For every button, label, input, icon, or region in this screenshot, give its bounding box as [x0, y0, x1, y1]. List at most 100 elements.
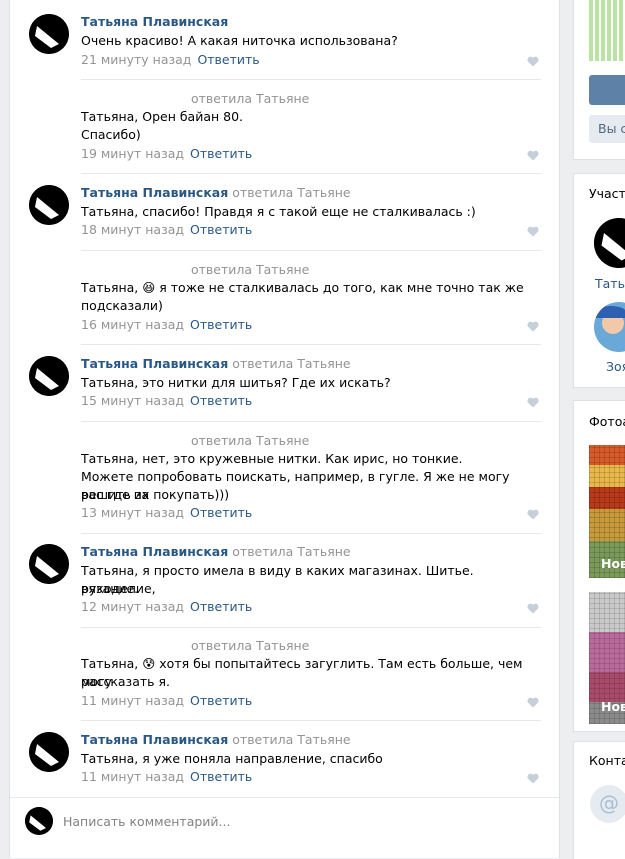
comment-text: Татьяна, спасибо! Правдя я с такой еще н… [81, 204, 476, 219]
reply-button[interactable]: Ответить [197, 52, 259, 67]
album-cover[interactable]: Нов [589, 445, 625, 578]
comment-header: Татьяна Плавинская ответила Татьяне [81, 732, 351, 748]
avatar[interactable] [25, 807, 53, 835]
divider [81, 344, 541, 345]
divider [81, 173, 541, 174]
comment-meta: 13 минут назад Ответить [81, 505, 252, 521]
comment-reply-to[interactable]: ответила Татьяне [232, 356, 350, 371]
comment-input[interactable]: Написать комментарий... [63, 814, 230, 830]
like-icon[interactable] [527, 697, 539, 708]
comment-header: Татьяна Плавинская ответила Татьяне [81, 356, 351, 372]
comment-reply-to[interactable]: ответила Татьяне [191, 433, 309, 448]
comment-author[interactable]: Татьяна Плавинская [81, 544, 228, 559]
comment-header: ответила Татьяне [191, 638, 309, 654]
member-avatar[interactable] [594, 218, 625, 268]
member-name[interactable]: Татья [595, 276, 625, 291]
contact-avatar[interactable]: @ [590, 785, 625, 823]
comment-header: ответила Татьяне [191, 433, 309, 449]
divider [81, 79, 541, 80]
divider [81, 533, 541, 534]
like-icon[interactable] [527, 773, 539, 784]
cover-image[interactable] [589, 0, 625, 61]
comment-text: Татьяна, я уже поняла направление, спаси… [81, 751, 383, 766]
comment-text: Татьяна, 😆 я тоже не сталкивалась до тог… [81, 279, 541, 297]
comment-author[interactable]: Татьяна Плавинская [81, 185, 228, 200]
members-title[interactable]: Участ [589, 186, 625, 201]
comment-text-line: вязание. [81, 581, 139, 596]
album-title: Нов [601, 556, 625, 571]
comment-author[interactable]: Татьяна Плавинская [81, 732, 228, 747]
comment-meta: 18 минут назад Ответить [81, 222, 252, 238]
comment-author[interactable]: Татьяна Плавинская [81, 14, 228, 29]
comment-meta: 11 минут назад Ответить [81, 693, 252, 709]
comment-time[interactable]: 12 минут назад [81, 599, 184, 614]
divider [81, 627, 541, 628]
reply-button[interactable]: Ответить [190, 222, 252, 237]
avatar[interactable] [29, 185, 69, 225]
members-block: Участ Татья Зоя [573, 173, 625, 388]
comment-reply-to[interactable]: ответила Татьяне [191, 91, 309, 106]
comment-text-line: рассказать я. [81, 674, 170, 689]
comment-reply-to[interactable]: ответила Татьяне [232, 544, 350, 559]
comment-reply-to[interactable]: ответила Татьяне [232, 185, 350, 200]
like-icon[interactable] [527, 397, 539, 408]
reply-button[interactable]: Ответить [190, 693, 252, 708]
like-icon[interactable] [527, 150, 539, 161]
avatar[interactable] [29, 14, 69, 54]
comment-text-start: Татьяна, [81, 656, 139, 671]
comment-meta: 11 минут назад Ответить [81, 769, 252, 785]
divider [81, 250, 541, 251]
anxious-emoji-icon: 😰 [142, 656, 156, 671]
reply-button[interactable]: Ответить [190, 317, 252, 332]
comment-reply-to[interactable]: ответила Татьяне [191, 638, 309, 653]
primary-button[interactable] [589, 75, 625, 105]
comment-time[interactable]: 16 минут назад [81, 317, 184, 332]
album-cover[interactable]: Нов [589, 592, 625, 724]
contacts-block: Конта @ [573, 741, 625, 859]
comment-time[interactable]: 19 минут назад [81, 146, 184, 161]
comment-text-start: Татьяна, [81, 280, 139, 295]
secondary-button-label: Вы с [598, 121, 625, 136]
like-icon[interactable] [527, 56, 539, 67]
comment-header: ответила Татьяне [191, 262, 309, 278]
comment-composer: Написать комментарий... [10, 797, 559, 853]
comment-meta: 16 минут назад Ответить [81, 317, 252, 333]
comment-time[interactable]: 13 минут назад [81, 505, 184, 520]
comment-author[interactable]: Татьяна Плавинская [81, 356, 228, 371]
comment-time[interactable]: 11 минут назад [81, 693, 184, 708]
comment-time[interactable]: 15 минут назад [81, 393, 184, 408]
comment-text: Татьяна, это нитки для шитья? Где их иск… [81, 375, 391, 390]
comment-meta: 15 минут назад Ответить [81, 393, 252, 409]
group-cover-block: Вы с [573, 0, 625, 160]
comment-time[interactable]: 11 минут назад [81, 769, 184, 784]
comment-time[interactable]: 21 минуту назад [81, 52, 191, 67]
secondary-button[interactable]: Вы с [589, 115, 625, 143]
member-avatar[interactable] [594, 302, 625, 352]
comment-meta: 19 минут назад Ответить [81, 146, 252, 162]
comment-header: Татьяна Плавинская [81, 14, 228, 30]
avatar[interactable] [29, 356, 69, 396]
comments-panel: Татьяна Плавинская Очень красиво! А кака… [9, 0, 560, 858]
reply-button[interactable]: Ответить [190, 505, 252, 520]
reply-button[interactable]: Ответить [190, 393, 252, 408]
comment-header: Татьяна Плавинская ответила Татьяне [81, 185, 351, 201]
reply-button[interactable]: Ответить [190, 599, 252, 614]
like-icon[interactable] [527, 226, 539, 237]
contacts-title[interactable]: Конта [589, 753, 625, 768]
albums-title[interactable]: Фотоа [589, 414, 625, 429]
comment-text: Очень красиво! А какая ниточка использов… [81, 33, 398, 48]
comment-text-line: Спасибо) [81, 127, 141, 142]
like-icon[interactable] [527, 509, 539, 520]
comment-reply-to[interactable]: ответила Татьяне [191, 262, 309, 277]
reply-button[interactable]: Ответить [190, 146, 252, 161]
email-icon: @ [599, 791, 619, 815]
like-icon[interactable] [527, 603, 539, 614]
comment-time[interactable]: 18 минут назад [81, 222, 184, 237]
reply-button[interactable]: Ответить [190, 769, 252, 784]
comment-reply-to[interactable]: ответила Татьяне [232, 732, 350, 747]
member-name[interactable]: Зоя [606, 359, 625, 374]
like-icon[interactable] [527, 321, 539, 332]
avatar[interactable] [29, 544, 69, 584]
comment-header: ответила Татьяне [191, 91, 309, 107]
avatar[interactable] [29, 732, 69, 772]
